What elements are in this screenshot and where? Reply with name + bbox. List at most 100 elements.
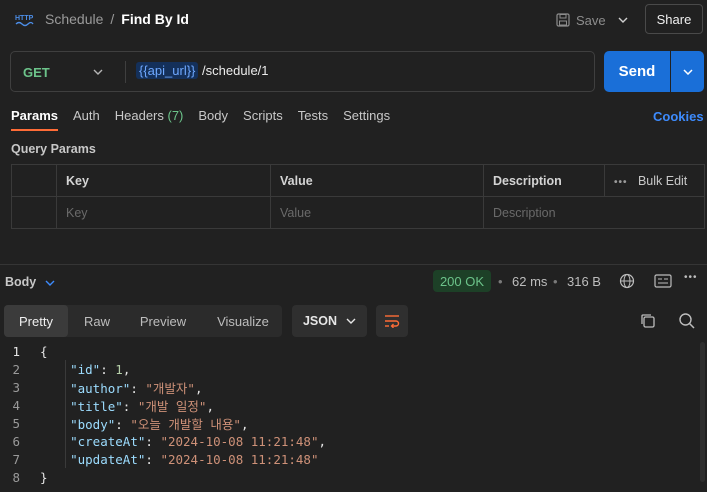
request-tabs: Params Auth Headers (7) Body Scripts Tes…	[11, 108, 390, 131]
json-value: "개발자"	[145, 380, 195, 396]
line-number: 5	[12, 415, 20, 431]
wrap-lines-button[interactable]	[376, 305, 408, 337]
code-text: "title": "개발 일정",	[70, 398, 214, 414]
line-number: 1	[12, 343, 20, 359]
headers-count: (7)	[167, 108, 184, 123]
table-row: Key Value Description	[11, 196, 705, 229]
code-text: "body": "오늘 개발할 내용",	[70, 416, 249, 432]
json-value: "개발 일정"	[137, 398, 207, 414]
checkbox-column-header	[11, 164, 57, 197]
json-value: 1	[115, 361, 123, 377]
row-checkbox-cell	[11, 196, 57, 229]
table-header-row: Key Value Description ••• Bulk Edit	[11, 164, 705, 197]
tab-tests[interactable]: Tests	[298, 108, 328, 123]
code-line: 1{	[0, 342, 707, 360]
send-button[interactable]: Send	[604, 51, 670, 92]
save-options-chevron-down-icon[interactable]	[612, 8, 634, 32]
code-line: 4 "title": "개발 일정",	[0, 396, 707, 414]
response-size[interactable]: 316 B	[567, 274, 601, 289]
tab-raw[interactable]: Raw	[72, 305, 122, 337]
copy-icon[interactable]	[639, 312, 657, 330]
search-icon[interactable]	[678, 312, 696, 330]
line-number: 2	[12, 361, 20, 377]
query-params-table: Key Value Description ••• Bulk Edit Key …	[11, 164, 705, 229]
code-line: 2 "id": 1,	[0, 360, 707, 378]
json-key: "title"	[70, 398, 123, 414]
response-body-code[interactable]: 1{ 2 "id": 1, 3 "author": "개발자", 4 "titl…	[0, 342, 707, 486]
save-response-example-icon[interactable]	[654, 272, 672, 290]
send-options-chevron-down-icon[interactable]	[671, 51, 704, 92]
svg-text:HTTP: HTTP	[15, 15, 34, 22]
response-time[interactable]: 62 ms	[512, 274, 547, 289]
response-body-chevron-down-icon[interactable]	[45, 280, 55, 286]
json-key: "author"	[70, 380, 131, 396]
status-badge[interactable]: 200 OK	[433, 270, 491, 292]
code-line: 5 "body": "오늘 개발할 내용",	[0, 414, 707, 432]
response-divider[interactable]	[0, 264, 707, 265]
value-input[interactable]: Value	[270, 196, 484, 229]
method-chevron-down-icon[interactable]	[93, 69, 103, 75]
tab-body[interactable]: Body	[198, 108, 228, 123]
tab-preview[interactable]: Preview	[128, 305, 198, 337]
save-label: Save	[576, 12, 606, 28]
share-button[interactable]: Share	[645, 4, 703, 34]
code-text: "updateAt": "2024-10-08 11:21:48"	[70, 451, 319, 467]
save-button[interactable]: Save	[556, 8, 606, 32]
bulk-edit-button[interactable]: Bulk Edit	[638, 174, 687, 188]
line-number: 6	[12, 433, 20, 449]
line-number: 3	[12, 379, 20, 395]
wrap-lines-icon	[385, 315, 400, 328]
json-key: "createAt"	[70, 433, 146, 449]
tab-settings[interactable]: Settings	[343, 108, 390, 123]
more-options-icon[interactable]: •••	[614, 177, 628, 188]
tab-scripts[interactable]: Scripts	[243, 108, 283, 123]
method-select[interactable]: GET	[23, 65, 50, 80]
format-select[interactable]: JSON	[292, 305, 367, 337]
code-scrollbar[interactable]	[700, 342, 705, 482]
description-input[interactable]: Description	[483, 196, 705, 229]
line-number: 7	[12, 451, 20, 467]
tab-pretty[interactable]: Pretty	[4, 305, 68, 337]
breadcrumb: Schedule / Find By Id	[45, 11, 189, 27]
line-number: 4	[12, 397, 20, 413]
line-number: 8	[12, 469, 20, 485]
separator-dot: •	[553, 274, 558, 289]
response-view-tabs: Pretty Raw Preview Visualize	[4, 305, 282, 337]
tab-headers-label: Headers	[114, 108, 164, 123]
url-input[interactable]: {{api_url}} /schedule/1	[136, 62, 269, 79]
url-divider	[125, 61, 126, 83]
response-body-label[interactable]: Body	[5, 275, 36, 289]
json-key: "updateAt"	[70, 451, 146, 467]
json-key: "id"	[70, 361, 101, 377]
key-input[interactable]: Key	[56, 196, 271, 229]
code-line: 6 "createAt": "2024-10-08 11:21:48",	[0, 432, 707, 450]
save-icon	[556, 13, 570, 27]
format-chevron-down-icon	[346, 318, 356, 324]
tab-auth[interactable]: Auth	[73, 108, 100, 123]
json-value: "2024-10-08 11:21:48"	[160, 433, 319, 449]
tab-params[interactable]: Params	[11, 108, 58, 131]
query-params-title: Query Params	[11, 142, 96, 156]
json-value: "오늘 개발할 내용"	[130, 416, 241, 432]
http-icon: HTTP	[15, 15, 34, 27]
url-bar: GET {{api_url}} /schedule/1	[10, 51, 595, 92]
code-text: {	[40, 343, 48, 359]
url-variable: {{api_url}}	[136, 62, 199, 79]
tab-headers[interactable]: Headers (7)	[115, 108, 184, 123]
code-text: }	[40, 469, 48, 485]
url-path: /schedule/1	[198, 63, 269, 78]
more-options-icon[interactable]: •••	[684, 272, 698, 283]
key-column-header: Key	[56, 164, 271, 197]
breadcrumb-separator: /	[110, 11, 115, 27]
globe-icon[interactable]	[618, 272, 636, 290]
json-key: "body"	[70, 416, 116, 432]
description-column-header: Description	[483, 164, 605, 197]
tab-visualize[interactable]: Visualize	[204, 305, 282, 337]
request-name[interactable]: Find By Id	[121, 11, 189, 27]
json-value: "2024-10-08 11:21:48"	[160, 451, 319, 467]
bulk-edit-cell: ••• Bulk Edit	[604, 164, 705, 197]
format-label: JSON	[302, 314, 338, 328]
breadcrumb-collection[interactable]: Schedule	[45, 11, 103, 27]
cookies-link[interactable]: Cookies	[653, 109, 704, 124]
code-text: "author": "개발자",	[70, 380, 203, 396]
